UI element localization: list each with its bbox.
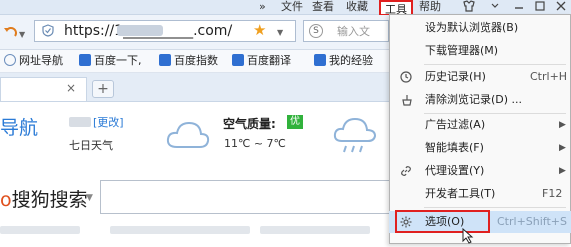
paw-icon <box>79 54 91 66</box>
menu-item-ad-filter[interactable]: 广告过滤(A) ▶ <box>389 114 571 136</box>
globe-icon <box>4 54 16 66</box>
page-nav-title[interactable]: 导航 <box>0 113 38 140</box>
back-icon[interactable] <box>2 24 18 40</box>
clock-icon <box>400 71 412 83</box>
menu-file[interactable]: 文件 <box>281 0 303 14</box>
menu-item-label: 历史记录(H) <box>425 70 486 83</box>
skin-icon[interactable] <box>462 0 476 14</box>
sogou-search-input[interactable] <box>100 180 400 214</box>
back-dropdown-icon[interactable]: ▼ <box>19 30 25 39</box>
rain-cloud-icon <box>332 115 378 159</box>
paw-icon <box>159 54 171 66</box>
temperature-range: 11℃ ~ 7℃ <box>224 137 286 150</box>
sogou-logo-mark: o <box>0 189 12 211</box>
translate-icon <box>232 54 244 66</box>
menu-item-label: 广告过滤(A) <box>425 118 486 131</box>
hot-links-redacted <box>110 226 250 234</box>
menu-item-set-default-browser[interactable]: 设为默认浏览器(B) <box>389 17 571 39</box>
bookmark-label: 百度翻译 <box>247 54 291 67</box>
tab-close-icon[interactable]: × <box>66 81 76 95</box>
chevron-down-icon[interactable]: ▼ <box>277 28 283 37</box>
hot-links-redacted <box>0 226 80 234</box>
search-engine-icon[interactable]: S <box>309 24 323 38</box>
bookmark-label: 百度一下, <box>94 54 142 67</box>
broom-icon <box>400 94 412 106</box>
more-menus-chevron[interactable]: » <box>259 0 266 13</box>
bookmark-label: 百度指数 <box>174 54 218 67</box>
maximize-icon[interactable] <box>534 0 546 14</box>
submenu-arrow-icon: ▶ <box>559 143 566 153</box>
menu-item-label: 开发者工具(T) <box>425 187 496 200</box>
weather-7day-link[interactable]: 七日天气 <box>69 137 113 153</box>
menu-item-clear-history[interactable]: 清除浏览记录(D) ... <box>389 89 571 111</box>
url-redacted <box>117 25 163 36</box>
menu-item-download-manager[interactable]: 下载管理器(M) <box>389 40 571 62</box>
shield-icon[interactable] <box>42 24 54 37</box>
air-quality-label: 空气质量: <box>223 117 276 131</box>
city-redacted <box>69 117 91 127</box>
air-quality-badge: 优 <box>287 115 303 129</box>
menu-item-developer-tools[interactable]: 开发者工具(T) F12 <box>389 183 571 205</box>
bookmark-item[interactable]: 网址导航 <box>4 53 63 69</box>
menu-favorites[interactable]: 收藏 <box>346 0 368 14</box>
bookmark-item[interactable]: 我的经验 <box>314 53 373 69</box>
menu-item-shortcut: Ctrl+H <box>530 70 568 83</box>
menu-item-label: 设为默认浏览器(B) <box>425 21 519 34</box>
chevron-down-icon[interactable]: ▼ <box>86 193 93 203</box>
hot-links-redacted <box>260 226 370 234</box>
menu-item-label: 智能填表(F) <box>425 141 484 154</box>
menu-item-shortcut: Ctrl+Shift+S <box>497 215 567 228</box>
menu-item-history[interactable]: 历史记录(H) Ctrl+H <box>389 66 571 88</box>
menu-item-shortcut: F12 <box>542 187 563 200</box>
mouse-cursor-icon <box>462 227 476 244</box>
menu-item-smart-fill[interactable]: 智能填表(F) ▶ <box>389 137 571 159</box>
close-icon[interactable] <box>555 0 567 14</box>
star-icon[interactable]: ★ <box>253 21 266 39</box>
minimize-icon[interactable] <box>513 0 525 14</box>
menu-item-label: 清除浏览记录(D) ... <box>425 93 523 106</box>
sogou-logo-text: 搜狗搜索 <box>11 189 88 211</box>
menu-separator <box>424 64 566 65</box>
dropdown-icon[interactable] <box>490 0 500 14</box>
bookmark-item[interactable]: 百度指数 <box>159 53 218 69</box>
bookmark-label: 网址导航 <box>19 54 63 67</box>
paw-icon <box>314 54 326 66</box>
submenu-arrow-icon: ▶ <box>559 120 566 130</box>
bookmark-item[interactable]: 百度一下, <box>79 53 142 69</box>
menu-view[interactable]: 查看 <box>312 0 334 14</box>
menu-item-label: 下载管理器(M) <box>425 44 499 57</box>
bookmark-label: 我的经验 <box>329 54 373 67</box>
bookmark-item[interactable]: 百度翻译 <box>232 53 291 69</box>
menu-item-label: 代理设置(Y) <box>425 164 485 177</box>
sogou-search-logo[interactable]: o搜狗搜索 <box>0 185 88 212</box>
menu-help[interactable]: 帮助 <box>419 0 441 14</box>
new-tab-button[interactable]: + <box>92 80 114 98</box>
submenu-arrow-icon: ▶ <box>559 166 566 176</box>
cloud-icon <box>165 117 211 153</box>
city-change-link[interactable]: [更改] <box>93 114 124 130</box>
link-icon <box>400 165 412 177</box>
search-input-placeholder[interactable]: 输入文 <box>337 23 370 39</box>
menu-separator <box>424 207 566 208</box>
menu-item-proxy-settings[interactable]: 代理设置(Y) ▶ <box>389 160 571 182</box>
